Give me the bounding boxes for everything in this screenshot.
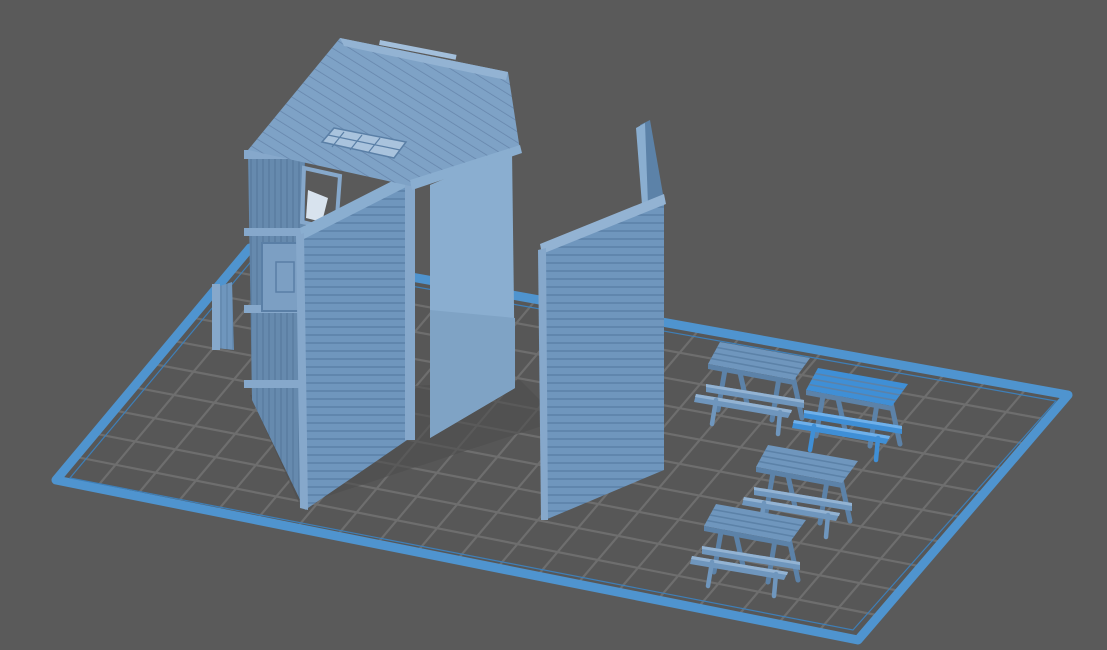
scene-canvas[interactable]	[0, 0, 1107, 650]
table-leg	[775, 409, 783, 437]
small-panel-edge	[212, 284, 220, 350]
panel-face	[542, 200, 664, 520]
table-leg	[771, 571, 779, 599]
3d-viewport[interactable]	[0, 0, 1107, 650]
detached-wall-panel-model[interactable]	[538, 120, 666, 520]
table-leg	[823, 512, 831, 540]
shed-corner-post	[405, 180, 415, 440]
table-leg	[873, 435, 881, 463]
side-batten-upper	[244, 228, 306, 236]
side-batten-lower	[244, 380, 306, 388]
